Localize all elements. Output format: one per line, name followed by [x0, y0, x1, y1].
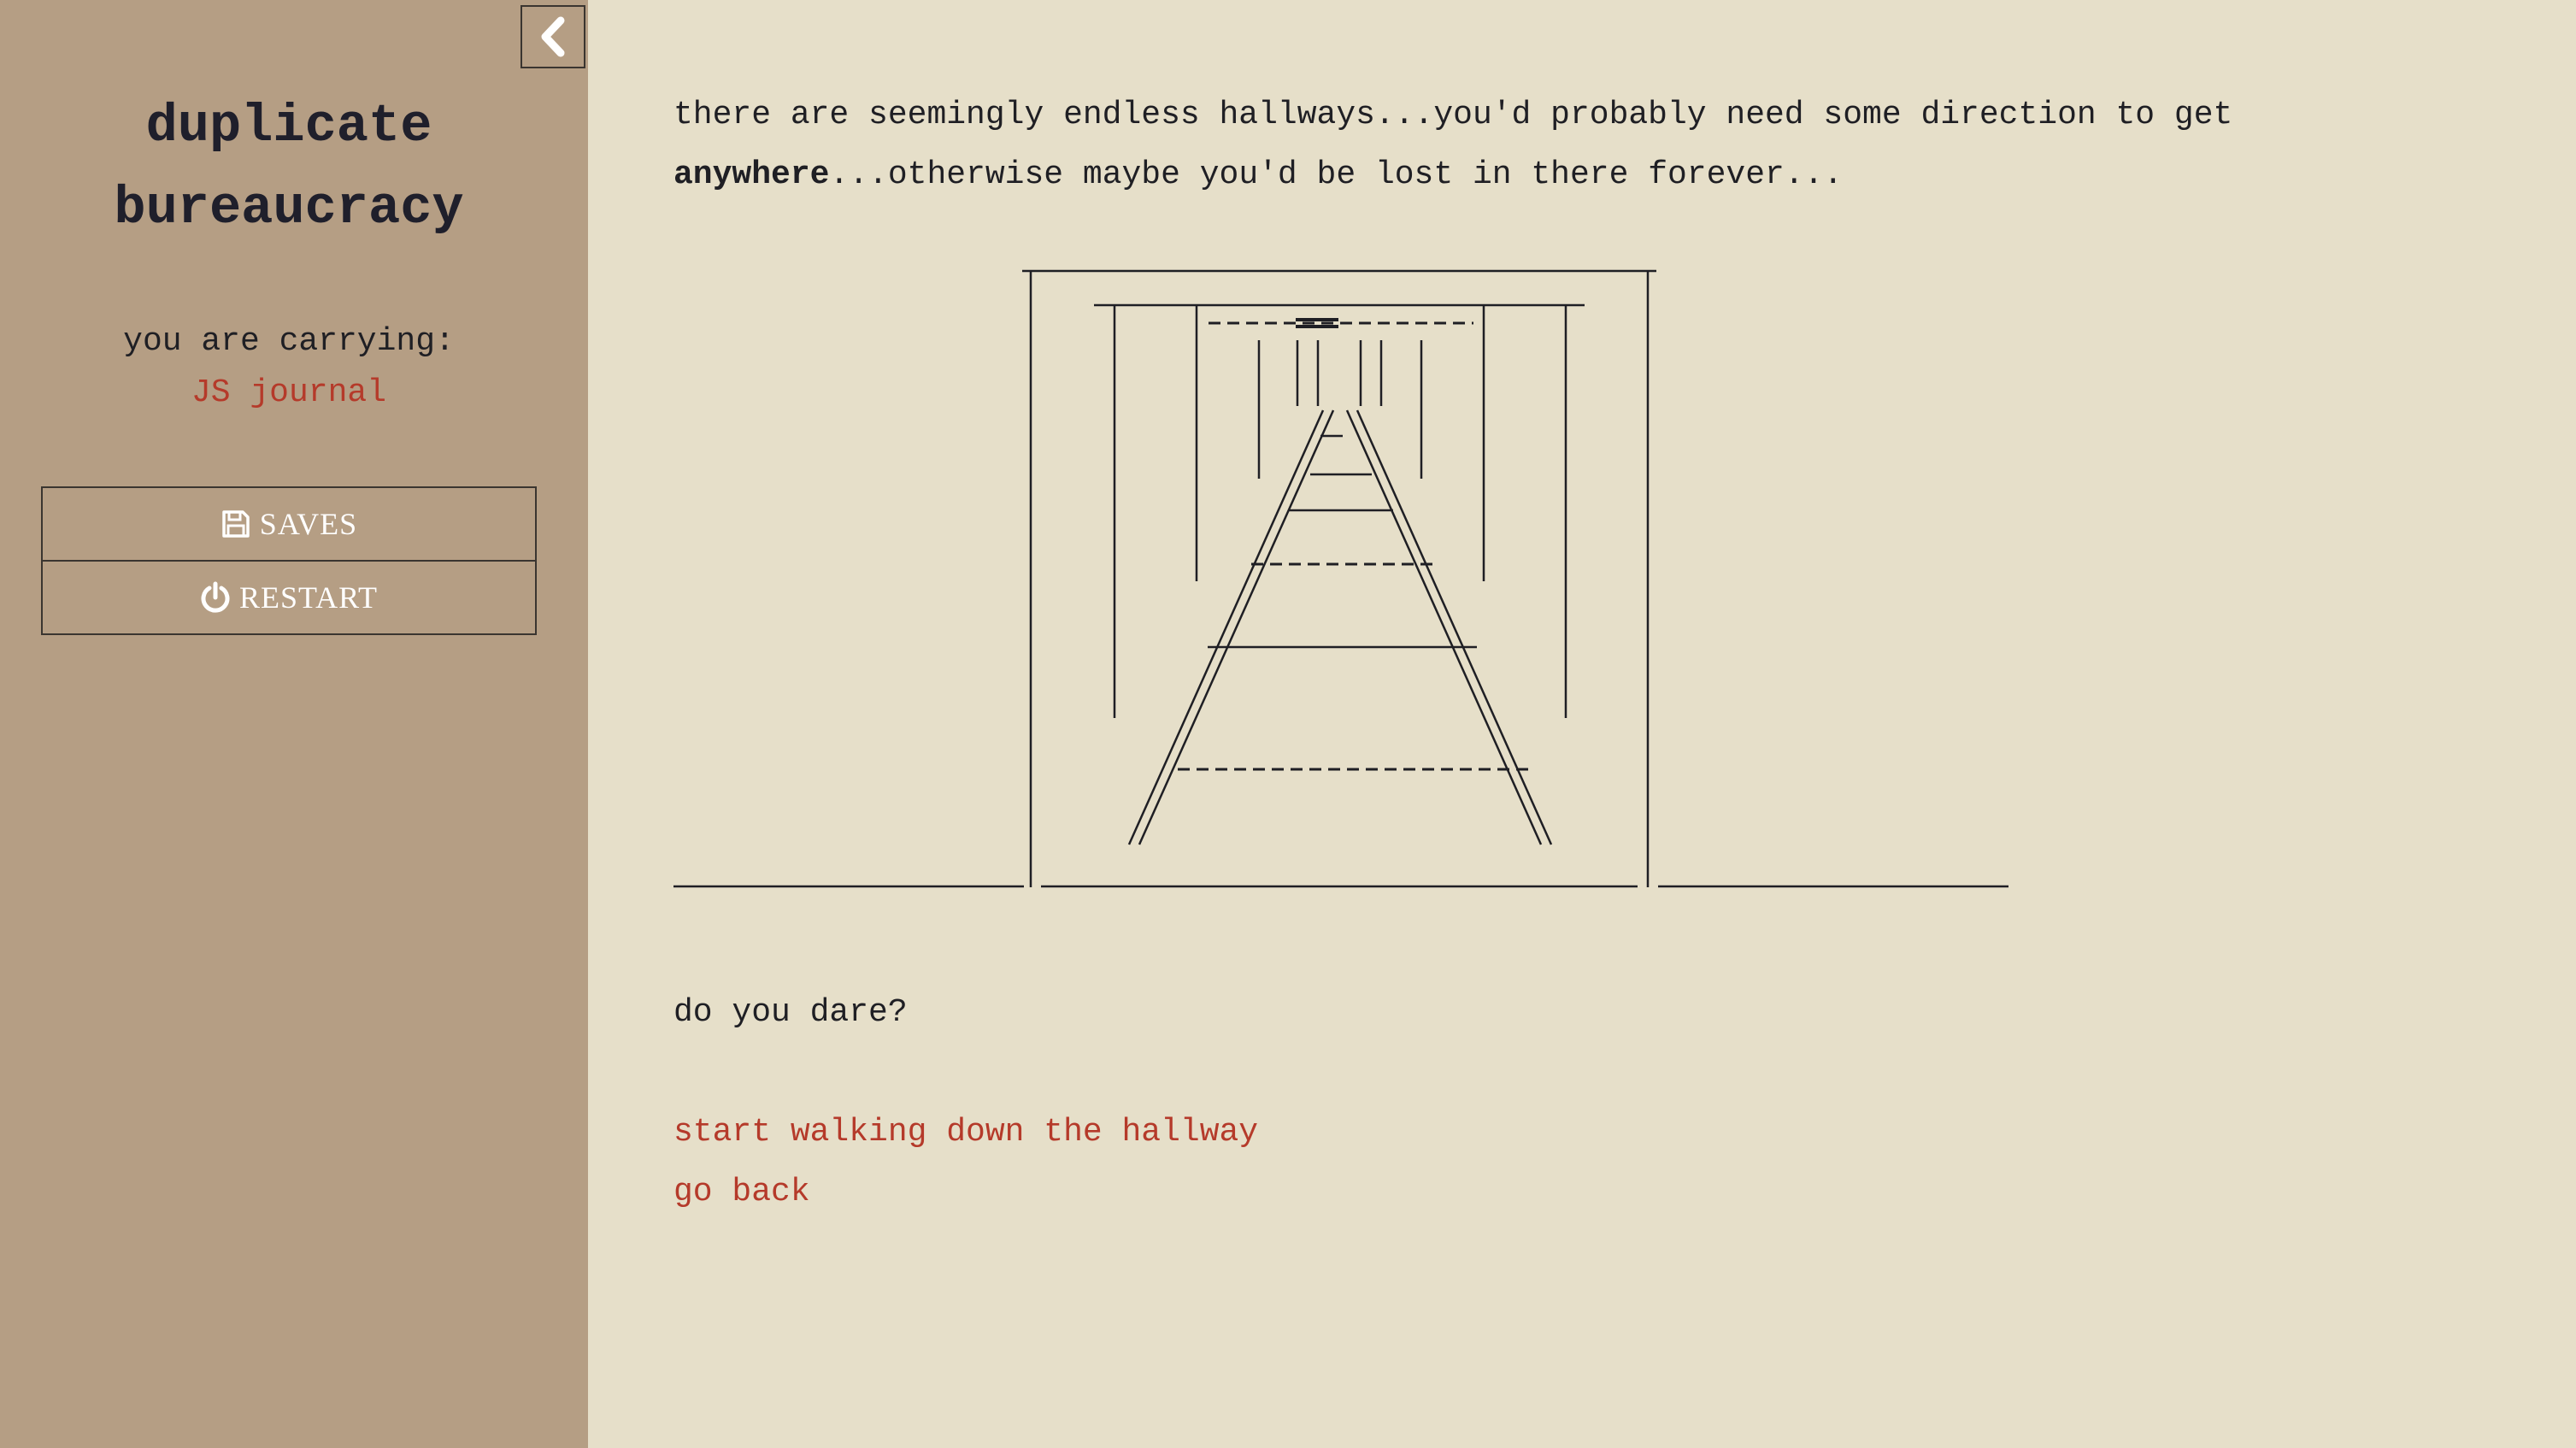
floppy-disk-icon — [222, 510, 250, 538]
inventory-item-link[interactable]: JS journal — [0, 369, 578, 417]
passage-question: do you dare? — [673, 994, 908, 1031]
passage-intro: there are seemingly endless hallways...y… — [673, 85, 2468, 205]
intro-line-2-rest: ...otherwise maybe you'd be lost in ther… — [829, 156, 1844, 193]
restart-button[interactable]: RESTART — [41, 560, 537, 635]
saves-label: SAVES — [259, 507, 358, 541]
chevron-left-icon — [541, 16, 565, 57]
story-title: duplicate bureaucracy — [0, 85, 578, 250]
intro-emphasis: anywhere — [673, 156, 830, 193]
sidebar: duplicate bureaucracy you are carrying: … — [0, 0, 588, 1448]
intro-line-2: anywhere...otherwise maybe you'd be lost… — [673, 145, 2468, 205]
saves-button[interactable]: SAVES — [41, 486, 537, 562]
choice-go-back-link[interactable]: go back — [673, 1163, 810, 1222]
story-title-line-1: duplicate — [145, 96, 432, 156]
hallway-ascii-art — [673, 269, 2008, 888]
story-title-line-2: bureaucracy — [114, 178, 464, 238]
passage-area: there are seemingly endless hallways...y… — [588, 0, 2576, 1448]
inventory-label: you are carrying: — [123, 323, 455, 360]
intro-line-1: there are seemingly endless hallways...y… — [673, 97, 2233, 133]
choice-walk-hallway-link[interactable]: start walking down the hallway — [673, 1103, 1258, 1163]
power-icon — [201, 581, 230, 613]
restart-label: RESTART — [239, 580, 378, 615]
collapse-sidebar-button[interactable] — [520, 5, 585, 68]
